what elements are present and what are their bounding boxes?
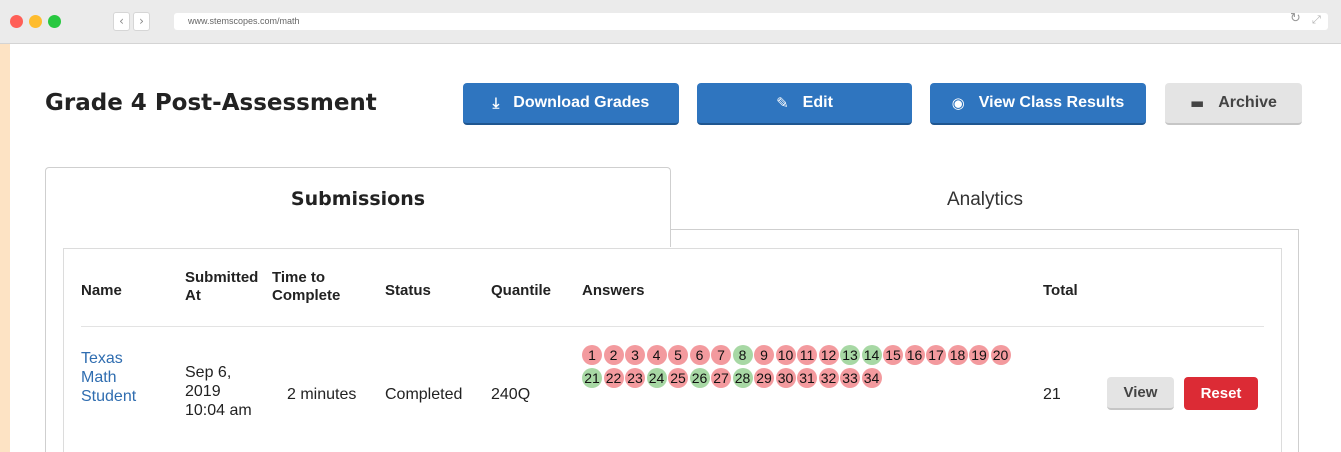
header-time-line1: Time to	[272, 269, 326, 286]
answer-bubble: 23	[625, 368, 645, 388]
answers-cell: 1 2 3 4 5 6 7 8 9 10 11 12 13 14 15 16 17 18 19 20 21 22 23 24 2…	[582, 345, 1022, 391]
reset-button[interactable]: Reset	[1184, 377, 1258, 410]
header-total: Total	[1043, 282, 1078, 299]
view-button[interactable]: View	[1107, 377, 1174, 410]
tab-submissions-label: Submissions	[290, 188, 426, 210]
page-title: Grade 4 Post-Assessment	[45, 90, 377, 116]
answer-bubble: 21	[582, 368, 602, 388]
header-time-to-complete: Time to Complete	[272, 269, 340, 305]
submissions-table: Name Submitted At Time to Complete Statu…	[63, 248, 1282, 452]
browser-chrome: ‹ › www.stemscopes.com/math ↻ ⤢	[0, 0, 1341, 44]
tab-divider	[671, 229, 1299, 230]
minimize-window-dot[interactable]	[29, 15, 42, 28]
answer-bubble: 34	[861, 368, 882, 388]
expand-icon[interactable]: ⤢	[1312, 13, 1321, 27]
maximize-window-dot[interactable]	[48, 15, 61, 28]
header-submitted-at: Submitted At	[185, 269, 258, 305]
edit-button[interactable]: ✎ Edit	[697, 83, 912, 125]
answer-bubble: 7	[711, 345, 731, 365]
tab-panel-border-right	[1298, 229, 1299, 452]
answer-bubble: 8	[732, 345, 753, 365]
header-submitted-line2: At	[185, 287, 201, 304]
eye-icon: ◉	[951, 94, 965, 112]
tab-analytics-label: Analytics	[946, 189, 1024, 210]
view-class-results-button[interactable]: ◉ View Class Results	[930, 83, 1146, 125]
header-name: Name	[81, 282, 122, 299]
answer-bubble: 28	[732, 368, 753, 388]
answer-bubble: 3	[625, 345, 645, 365]
edit-label: Edit	[802, 94, 833, 111]
student-name-link[interactable]: Texas Math Student	[81, 349, 136, 406]
answer-bubble: 26	[689, 368, 710, 388]
answer-bubble: 20	[990, 345, 1011, 365]
answer-bubble: 16	[904, 345, 925, 365]
answer-bubble: 24	[646, 368, 667, 388]
student-name-line1[interactable]: Texas	[81, 349, 136, 368]
answer-bubble: 4	[646, 345, 667, 365]
answer-bubble: 12	[818, 345, 839, 365]
header-submitted-line1: Submitted	[185, 269, 259, 286]
archive-icon: ▬	[1190, 94, 1205, 112]
tab-panel-border-left	[45, 246, 46, 452]
page-content: Grade 4 Post-Assessment ⤓ Download Grade…	[10, 44, 1341, 452]
close-window-dot[interactable]	[10, 15, 23, 28]
answer-bubble: 17	[926, 345, 946, 365]
student-name-line2[interactable]: Math	[81, 368, 136, 387]
answer-bubble: 10	[775, 345, 796, 365]
student-name-line3[interactable]: Student	[81, 387, 136, 406]
answer-bubble: 22	[603, 368, 624, 388]
url-bar[interactable]: www.stemscopes.com/math	[174, 13, 1328, 30]
download-grades-button[interactable]: ⤓ Download Grades	[463, 83, 679, 125]
answer-bubble: 5	[668, 345, 688, 365]
answer-bubble: 18	[947, 345, 968, 365]
answer-bubble: 19	[969, 345, 989, 365]
header-quantile: Quantile	[491, 282, 552, 299]
answer-bubble: 31	[797, 368, 817, 388]
answer-bubble: 14	[861, 345, 882, 365]
header-answers: Answers	[582, 282, 645, 299]
submitted-at-line1: Sep 6,	[185, 364, 232, 381]
reload-icon[interactable]: ↻	[1290, 11, 1301, 26]
edit-icon: ✎	[776, 94, 789, 112]
answer-bubble: 11	[797, 345, 817, 365]
download-grades-label: Download Grades	[513, 94, 650, 111]
archive-label: Archive	[1218, 94, 1277, 111]
archive-button[interactable]: ▬ Archive	[1165, 83, 1302, 125]
answer-bubble: 1	[582, 345, 602, 365]
submitted-at-line2: 2019	[185, 383, 221, 400]
answer-bubble: 2	[603, 345, 624, 365]
answer-bubble: 15	[883, 345, 903, 365]
total-cell: 21	[1043, 386, 1061, 403]
submitted-at-line3: 10:04 am	[185, 402, 252, 419]
forward-icon[interactable]: ›	[133, 12, 150, 31]
download-icon: ⤓	[492, 94, 500, 112]
answer-bubble: 9	[754, 345, 774, 365]
answer-bubble: 29	[754, 368, 774, 388]
time-to-complete-cell: 2 minutes	[287, 386, 357, 403]
answer-bubble: 33	[840, 368, 860, 388]
tab-submissions[interactable]: Submissions	[45, 167, 671, 247]
status-cell: Completed	[385, 386, 463, 403]
answer-bubble: 6	[689, 345, 710, 365]
back-icon[interactable]: ‹	[113, 12, 130, 31]
header-divider	[81, 326, 1264, 327]
view-class-results-label: View Class Results	[978, 94, 1125, 111]
header-time-line2: Complete	[272, 287, 341, 304]
answer-bubble: 30	[775, 368, 796, 388]
quantile-cell: 240Q	[491, 386, 531, 403]
tab-analytics[interactable]: Analytics	[671, 184, 1299, 230]
header-status: Status	[385, 282, 431, 299]
answer-bubble: 32	[818, 368, 839, 388]
answer-bubble: 13	[840, 345, 860, 365]
answer-bubble: 25	[668, 368, 688, 388]
answer-bubble: 27	[711, 368, 731, 388]
submitted-at-cell: Sep 6, 2019 10:04 am	[185, 363, 252, 420]
